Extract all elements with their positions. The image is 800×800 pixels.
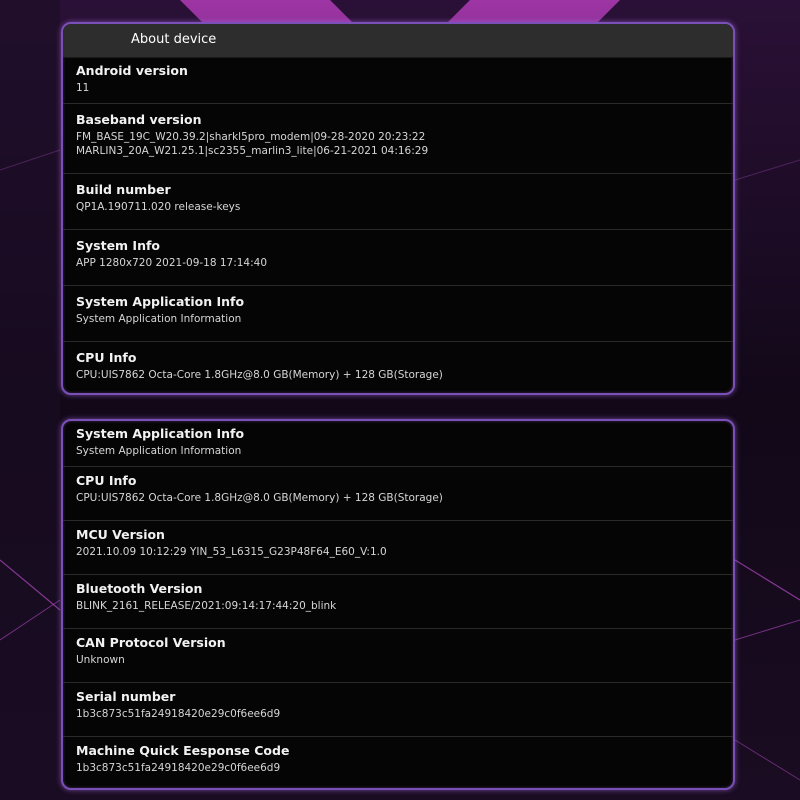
setting-value: FM_BASE_19C_W20.39.2|sharkl5pro_modem|09… [76, 131, 426, 143]
setting-row-system-application-info[interactable]: System Application Info System Applicati… [63, 421, 733, 467]
setting-value: CPU:UIS7862 Octa-Core 1.8GHz@8.0 GB(Memo… [76, 369, 443, 381]
setting-title: Android version [76, 63, 188, 78]
setting-title: CPU Info [76, 473, 137, 488]
setting-row-cpu-info[interactable]: CPU Info CPU:UIS7862 Octa-Core 1.8GHz@8.… [63, 467, 733, 521]
setting-value: BLINK_2161_RELEASE/2021:09:14:17:44:20_b… [76, 600, 337, 612]
setting-value: 2021.10.09 10:12:29 YIN_53_L6315_G23P48F… [76, 546, 387, 558]
setting-value: APP 1280x720 2021-09-18 17:14:40 [76, 257, 268, 269]
setting-title: Baseband version [76, 112, 202, 127]
setting-row-serial-number[interactable]: Serial number 1b3c873c51fa24918420e29c0f… [63, 683, 733, 737]
about-device-panel: About device Android version 11 Baseband… [61, 22, 735, 395]
setting-value: 1b3c873c51fa24918420e29c0f6ee6d9 [76, 762, 281, 774]
setting-title: System Application Info [76, 294, 245, 309]
setting-row-machine-quick-response-code[interactable]: Machine Quick Eesponse Code 1b3c873c51fa… [63, 737, 733, 788]
setting-value: QP1A.190711.020 release-keys [76, 201, 241, 213]
setting-title: System Application Info [76, 426, 245, 441]
setting-row-mcu-version[interactable]: MCU Version 2021.10.09 10:12:29 YIN_53_L… [63, 521, 733, 575]
setting-row-can-protocol-version[interactable]: CAN Protocol Version Unknown [63, 629, 733, 683]
setting-row-build-number[interactable]: Build number QP1A.190711.020 release-key… [63, 174, 733, 230]
setting-title: System Info [76, 238, 160, 253]
setting-value-line2: MARLIN3_20A_W21.25.1|sc2355_marlin3_lite… [76, 145, 429, 157]
setting-value: Unknown [76, 654, 125, 666]
setting-title: CAN Protocol Version [76, 635, 226, 650]
setting-row-system-info[interactable]: System Info APP 1280x720 2021-09-18 17:1… [63, 230, 733, 286]
setting-title: Machine Quick Eesponse Code [76, 743, 290, 758]
setting-row-bluetooth-version[interactable]: Bluetooth Version BLINK_2161_RELEASE/202… [63, 575, 733, 629]
setting-value: System Application Information [76, 313, 242, 325]
device-info-list-panel: System Application Info System Applicati… [61, 419, 735, 790]
setting-row-system-application-info[interactable]: System Application Info System Applicati… [63, 286, 733, 342]
setting-title: Bluetooth Version [76, 581, 203, 596]
setting-row-cpu-info[interactable]: CPU Info CPU:UIS7862 Octa-Core 1.8GHz@8.… [63, 342, 733, 393]
setting-title: CPU Info [76, 350, 137, 365]
panel-header-title: About device [63, 24, 733, 58]
setting-value: 11 [76, 82, 90, 94]
setting-row-android-version[interactable]: Android version 11 [63, 58, 733, 104]
setting-row-baseband-version[interactable]: Baseband version FM_BASE_19C_W20.39.2|sh… [63, 104, 733, 174]
setting-title: Build number [76, 182, 171, 197]
setting-value: System Application Information [76, 445, 242, 457]
setting-title: MCU Version [76, 527, 165, 542]
setting-value: 1b3c873c51fa24918420e29c0f6ee6d9 [76, 708, 281, 720]
setting-title: Serial number [76, 689, 176, 704]
setting-value: CPU:UIS7862 Octa-Core 1.8GHz@8.0 GB(Memo… [76, 492, 443, 504]
